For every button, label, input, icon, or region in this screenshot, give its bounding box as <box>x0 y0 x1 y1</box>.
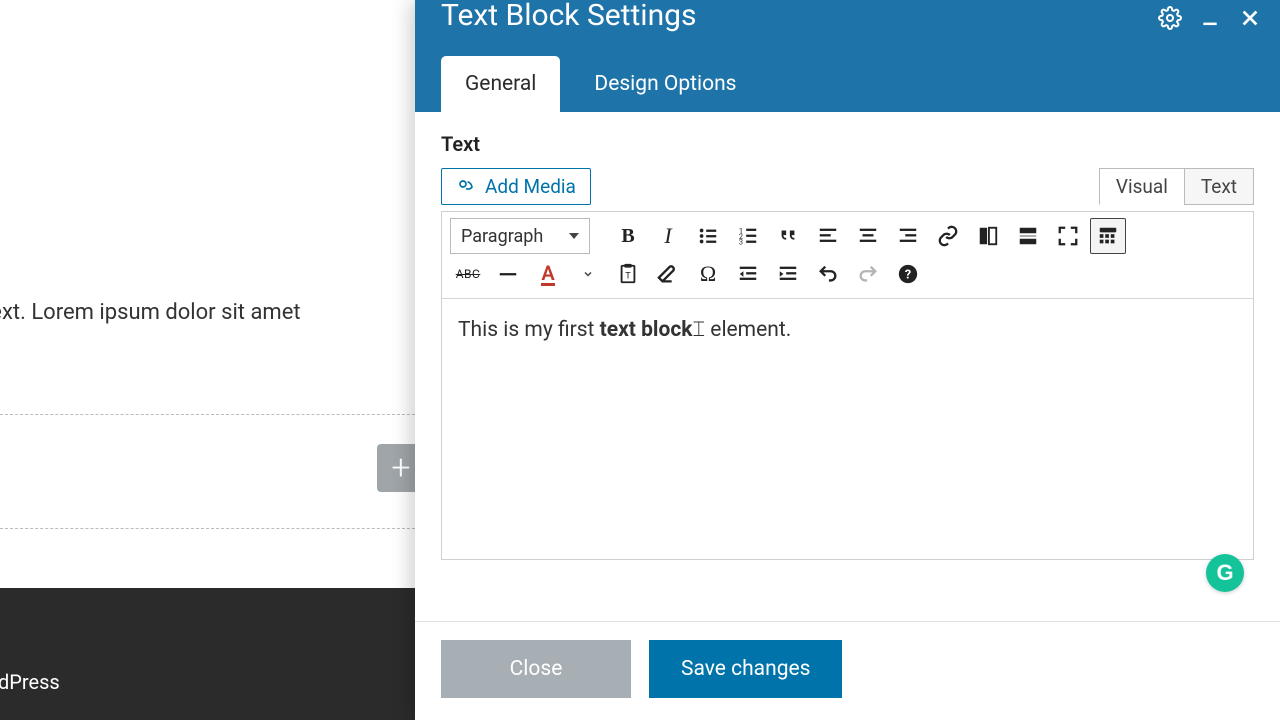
numbered-list-button[interactable]: 123 <box>730 218 766 254</box>
media-icon <box>456 178 476 196</box>
svg-text:?: ? <box>905 268 911 283</box>
close-button[interactable]: Close <box>441 640 631 698</box>
modal-title: Text Block Settings <box>441 0 1254 34</box>
background-lorem-text: nge this text. Lorem ipsum dolor sit ame… <box>0 300 301 325</box>
outdent-button[interactable] <box>730 256 766 292</box>
text-block-settings-modal: Text Block Settings General Design Optio… <box>415 0 1280 720</box>
help-button[interactable]: ? <box>890 256 926 292</box>
divider <box>0 528 415 529</box>
bullet-list-button[interactable] <box>690 218 726 254</box>
modal-header: Text Block Settings General Design Optio… <box>415 0 1280 112</box>
text-color-button[interactable]: A <box>530 256 566 292</box>
format-dropdown-label: Paragraph <box>461 226 543 247</box>
add-media-button[interactable]: Add Media <box>441 168 591 205</box>
header-controls <box>1158 6 1262 30</box>
undo-button[interactable] <box>810 256 846 292</box>
horizontal-rule-button[interactable] <box>490 256 526 292</box>
editor-content-area[interactable]: This is my first text block⌶ element. <box>442 299 1253 559</box>
grammarly-letter: G <box>1216 560 1233 586</box>
modal-footer: Close Save changes <box>415 621 1280 720</box>
strikethrough-button[interactable]: ABC <box>450 256 486 292</box>
modal-tabs: General Design Options <box>441 56 761 112</box>
text-cursor-icon: ⌶ <box>692 317 705 342</box>
minimize-icon[interactable] <box>1198 6 1222 30</box>
page-background: nge this text. Lorem ipsum dolor sit ame… <box>0 0 415 720</box>
content-text-prefix: This is my first <box>458 318 600 342</box>
format-dropdown[interactable]: Paragraph <box>450 218 590 254</box>
toolbar-toggle-button[interactable] <box>1090 218 1126 254</box>
add-media-label: Add Media <box>485 175 576 198</box>
svg-text:T: T <box>625 272 631 282</box>
indent-button[interactable] <box>770 256 806 292</box>
page-dark-footer: ordPress <box>0 588 415 720</box>
paste-as-text-button[interactable]: T <box>610 256 646 292</box>
svg-text:3: 3 <box>739 237 743 246</box>
text-color-dropdown[interactable] <box>570 256 606 292</box>
bold-button[interactable]: B <box>610 218 646 254</box>
modal-body: Text Add Media Visual Text Paragraph <box>415 112 1280 621</box>
close-icon[interactable] <box>1238 6 1262 30</box>
link-button[interactable] <box>930 218 966 254</box>
tab-design-options[interactable]: Design Options <box>570 56 760 112</box>
align-center-button[interactable] <box>850 218 886 254</box>
tab-visual[interactable]: Visual <box>1099 168 1184 205</box>
fullscreen-button[interactable] <box>1050 218 1086 254</box>
content-text-suffix: element. <box>705 318 791 342</box>
gear-icon[interactable] <box>1158 6 1182 30</box>
grammarly-badge[interactable]: G <box>1206 554 1244 592</box>
tab-general[interactable]: General <box>441 56 560 112</box>
toolbar-row-1: Paragraph B I 123 <box>450 218 1245 254</box>
align-left-button[interactable] <box>810 218 846 254</box>
special-character-button[interactable]: Ω <box>690 256 726 292</box>
clear-formatting-button[interactable] <box>650 256 686 292</box>
editor-toolbar: Paragraph B I 123 <box>442 212 1253 299</box>
align-right-button[interactable] <box>890 218 926 254</box>
insert-more-tag-button[interactable] <box>1010 218 1046 254</box>
media-row: Add Media Visual Text <box>441 168 1254 205</box>
plus-icon: + <box>391 451 410 485</box>
divider <box>0 414 415 415</box>
field-label-text: Text <box>441 132 1254 156</box>
toolbar-row-2: ABC A T Ω <box>450 256 1245 292</box>
editor-view-tabs: Visual Text <box>1099 168 1254 205</box>
read-more-button[interactable] <box>970 218 1006 254</box>
wysiwyg-editor: Paragraph B I 123 <box>441 211 1254 560</box>
save-changes-button[interactable]: Save changes <box>649 640 842 698</box>
wordpress-credit-text: ordPress <box>0 670 60 694</box>
italic-button[interactable]: I <box>650 218 686 254</box>
content-text-bold: text block <box>600 318 693 342</box>
redo-button[interactable] <box>850 256 886 292</box>
tab-text[interactable]: Text <box>1184 168 1254 205</box>
blockquote-button[interactable] <box>770 218 806 254</box>
